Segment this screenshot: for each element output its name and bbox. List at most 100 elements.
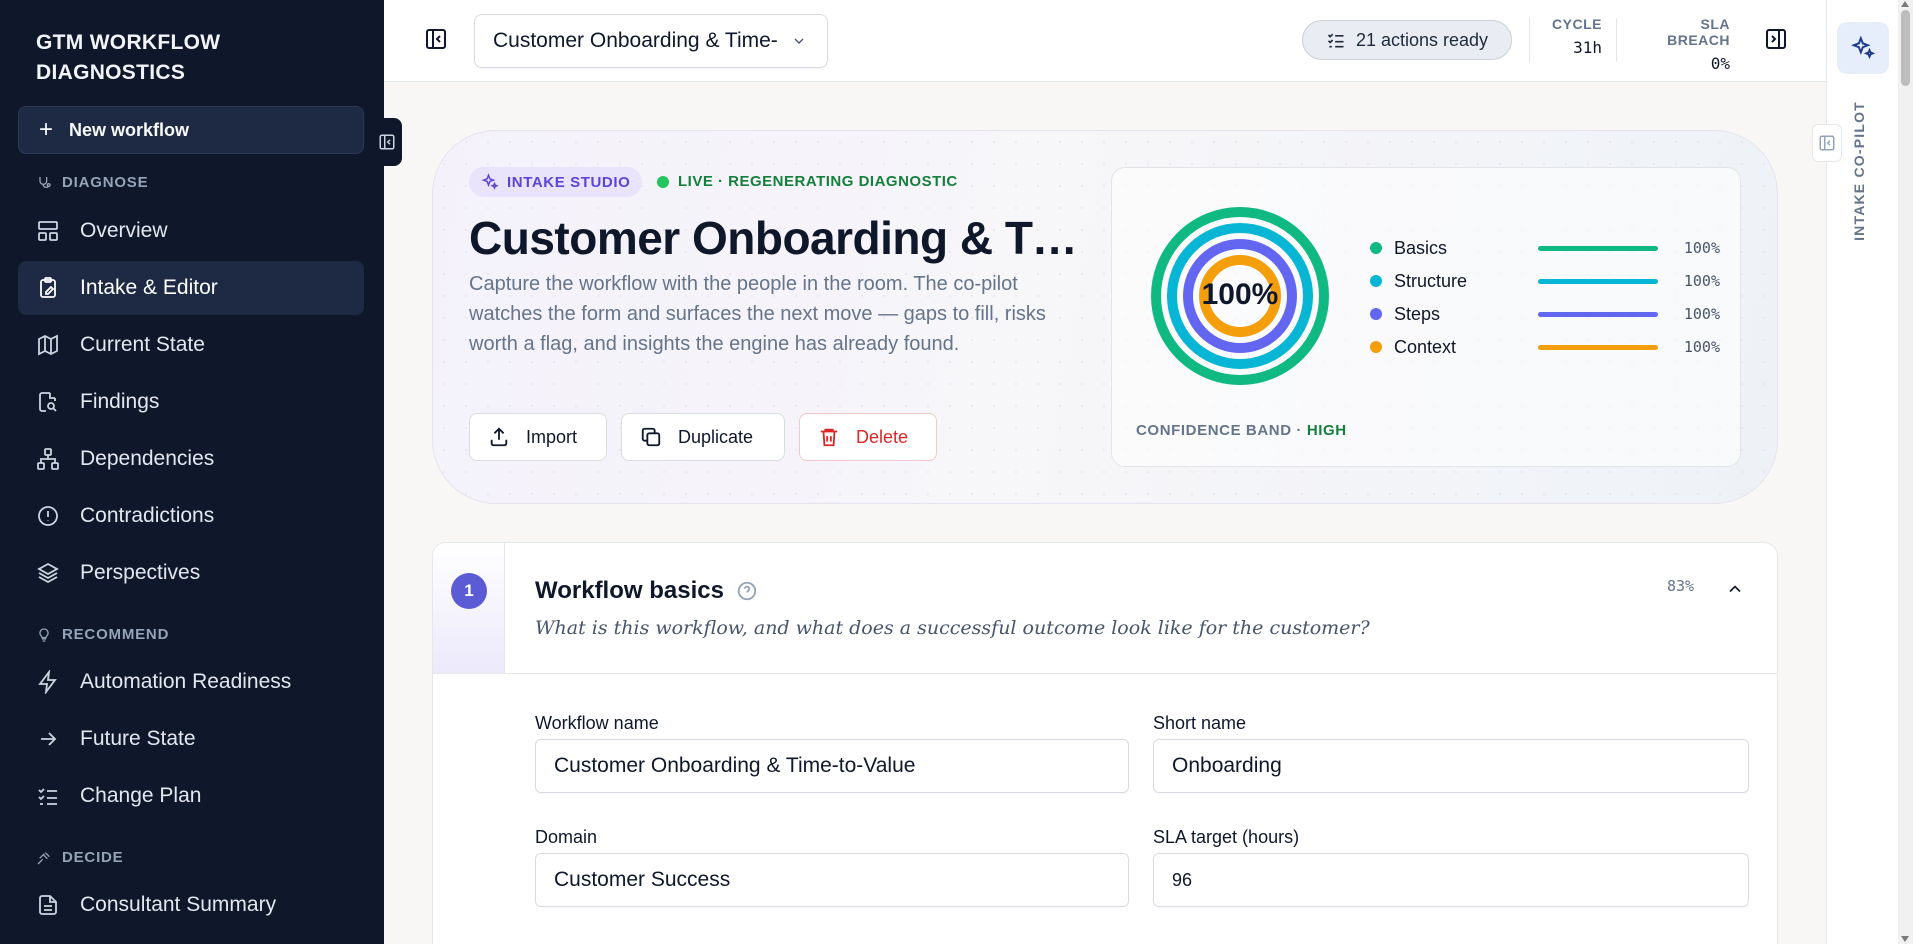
confidence-row-structure: Structure 100%: [1370, 269, 1720, 293]
divider: [1529, 18, 1530, 62]
confidence-band: CONFIDENCE BAND · HIGH: [1136, 422, 1347, 439]
section-completion: 83%: [1667, 577, 1695, 595]
divider: [433, 673, 1777, 674]
network-icon: [37, 448, 59, 470]
brand-title: GTM WORKFLOW DIAGNOSTICS: [36, 31, 221, 84]
list-checks-icon: [38, 788, 57, 805]
legend-dot: [1370, 341, 1382, 353]
section-title: Workflow basics: [535, 577, 758, 605]
scroll-up-arrow[interactable]: [1901, 1, 1909, 7]
workflow-name-label: Workflow name: [535, 713, 659, 733]
sidebar-item-consultant-summary[interactable]: Consultant Summary: [18, 878, 364, 932]
sparkles-icon: [1851, 35, 1876, 60]
chevron-up-icon: [1729, 585, 1741, 593]
plus-icon: +: [39, 116, 54, 143]
sidebar-item-overview[interactable]: Overview: [18, 204, 364, 258]
scrollbar-thumb[interactable]: [1901, 10, 1910, 86]
short-name-label: Short name: [1153, 713, 1247, 733]
sidebar-item-perspectives[interactable]: Perspectives: [18, 546, 364, 600]
trash-icon: [820, 428, 838, 447]
sidebar-item-current-state[interactable]: Current State: [18, 318, 364, 372]
workflow-select[interactable]: Customer Onboarding & Time-: [474, 14, 828, 68]
toggle-sidebar-button[interactable]: [424, 27, 450, 53]
sidebar-item-future-state[interactable]: Future State: [18, 712, 364, 766]
sidebar-item-findings[interactable]: Findings: [18, 375, 364, 429]
panel-collapse-icon: [379, 134, 395, 150]
sla-target-label: SLA target (hours): [1153, 827, 1300, 847]
progress-bar: [1538, 245, 1658, 251]
live-dot: [657, 175, 669, 188]
top-bar: Customer Onboarding & Time- 21 actions r…: [384, 0, 1826, 82]
sidebar-item-intake-editor[interactable]: Intake & Editor: [18, 261, 364, 315]
divider: [1616, 18, 1617, 62]
hero-description: Capture the workflow with the people in …: [469, 273, 1046, 355]
intake-studio-badge: INTAKE STUDIO: [469, 167, 643, 197]
sidebar-collapse-button[interactable]: [372, 118, 402, 166]
collapse-section-button[interactable]: [1725, 579, 1745, 604]
sla-breach-metric: SLA BREACH 0%: [1667, 16, 1730, 73]
file-search-icon: [39, 392, 57, 412]
section-label-decide: DECIDE: [36, 849, 123, 866]
domain-label: Domain: [535, 827, 598, 847]
confidence-row-steps: Steps 100%: [1370, 302, 1720, 326]
gavel-icon: [37, 851, 50, 864]
scroll-down-arrow[interactable]: [1901, 936, 1909, 942]
copilot-open-button[interactable]: [1837, 22, 1889, 74]
intake-hero: INTAKE STUDIO LIVE · REGENERATING DIAGNO…: [432, 130, 1778, 504]
alert-circle-icon: [38, 506, 58, 526]
workflow-basics-section: 1 Workflow basics What is this workflow,…: [432, 542, 1778, 944]
stethoscope-icon: [39, 176, 51, 188]
legend-dot: [1370, 308, 1382, 320]
new-workflow-button[interactable]: + New workflow: [18, 106, 364, 154]
chevron-down-icon: [794, 38, 804, 44]
section-label-diagnose: DIAGNOSE: [36, 174, 148, 191]
page-scrollbar[interactable]: [1898, 0, 1913, 944]
sidebar-item-automation-readiness[interactable]: Automation Readiness: [18, 655, 364, 709]
copilot-rail-label: INTAKE CO-PILOT: [1851, 101, 1867, 241]
domain-input[interactable]: Customer Success: [535, 853, 1129, 907]
step-indicator: 1: [433, 543, 505, 673]
actions-ready-button[interactable]: 21 actions ready: [1302, 20, 1512, 60]
workflow-name-input[interactable]: Customer Onboarding & Time-to-Value: [535, 739, 1129, 793]
step-number: 1: [451, 573, 487, 609]
overall-confidence: 100%: [1201, 278, 1279, 311]
layers-icon: [37, 562, 59, 584]
toggle-copilot-button[interactable]: [1764, 27, 1788, 56]
panel-left-icon: [1819, 135, 1835, 151]
page-title: Customer Onboarding & Time-to-Value: [469, 212, 1079, 264]
panel-left-icon: [426, 29, 446, 49]
import-button[interactable]: Import: [469, 413, 607, 461]
section-subtitle: What is this workflow, and what does a s…: [535, 617, 1370, 639]
progress-bar: [1538, 311, 1658, 317]
sparkles-icon: [481, 173, 499, 190]
layout-icon: [38, 221, 58, 241]
delete-button[interactable]: Delete: [799, 413, 937, 461]
sidebar-item-change-plan[interactable]: Change Plan: [18, 769, 364, 823]
sidebar-item-dependencies[interactable]: Dependencies: [18, 432, 364, 486]
progress-bar: [1538, 344, 1658, 350]
live-status: LIVE · REGENERATING DIAGNOSTIC: [657, 173, 958, 190]
copy-icon: [641, 427, 661, 447]
confidence-card: 100% Basics 100% Structure 100% Steps 10…: [1111, 167, 1741, 467]
lightbulb-icon: [39, 627, 49, 642]
confidence-row-basics: Basics 100%: [1370, 236, 1720, 260]
list-checks-icon: [1327, 33, 1344, 48]
zap-icon: [38, 670, 57, 694]
map-icon: [38, 334, 58, 356]
section-label-recommend: RECOMMEND: [36, 626, 169, 643]
help-circle-icon[interactable]: [736, 580, 758, 602]
progress-bar: [1538, 278, 1658, 284]
arrow-right-icon: [41, 732, 57, 746]
clipboard-edit-icon: [40, 277, 56, 298]
sidebar-item-contradictions[interactable]: Contradictions: [18, 489, 364, 543]
panel-right-icon: [1766, 29, 1786, 49]
copilot-expand-button[interactable]: [1812, 124, 1842, 162]
duplicate-button[interactable]: Duplicate: [621, 413, 785, 461]
upload-icon: [490, 427, 508, 447]
legend-dot: [1370, 242, 1382, 254]
confidence-row-context: Context 100%: [1370, 335, 1720, 359]
legend-dot: [1370, 275, 1382, 287]
sla-target-input[interactable]: 96: [1153, 853, 1749, 907]
short-name-input[interactable]: Onboarding: [1153, 739, 1749, 793]
sidebar: GTM WORKFLOW DIAGNOSTICS + New workflow …: [0, 0, 384, 944]
